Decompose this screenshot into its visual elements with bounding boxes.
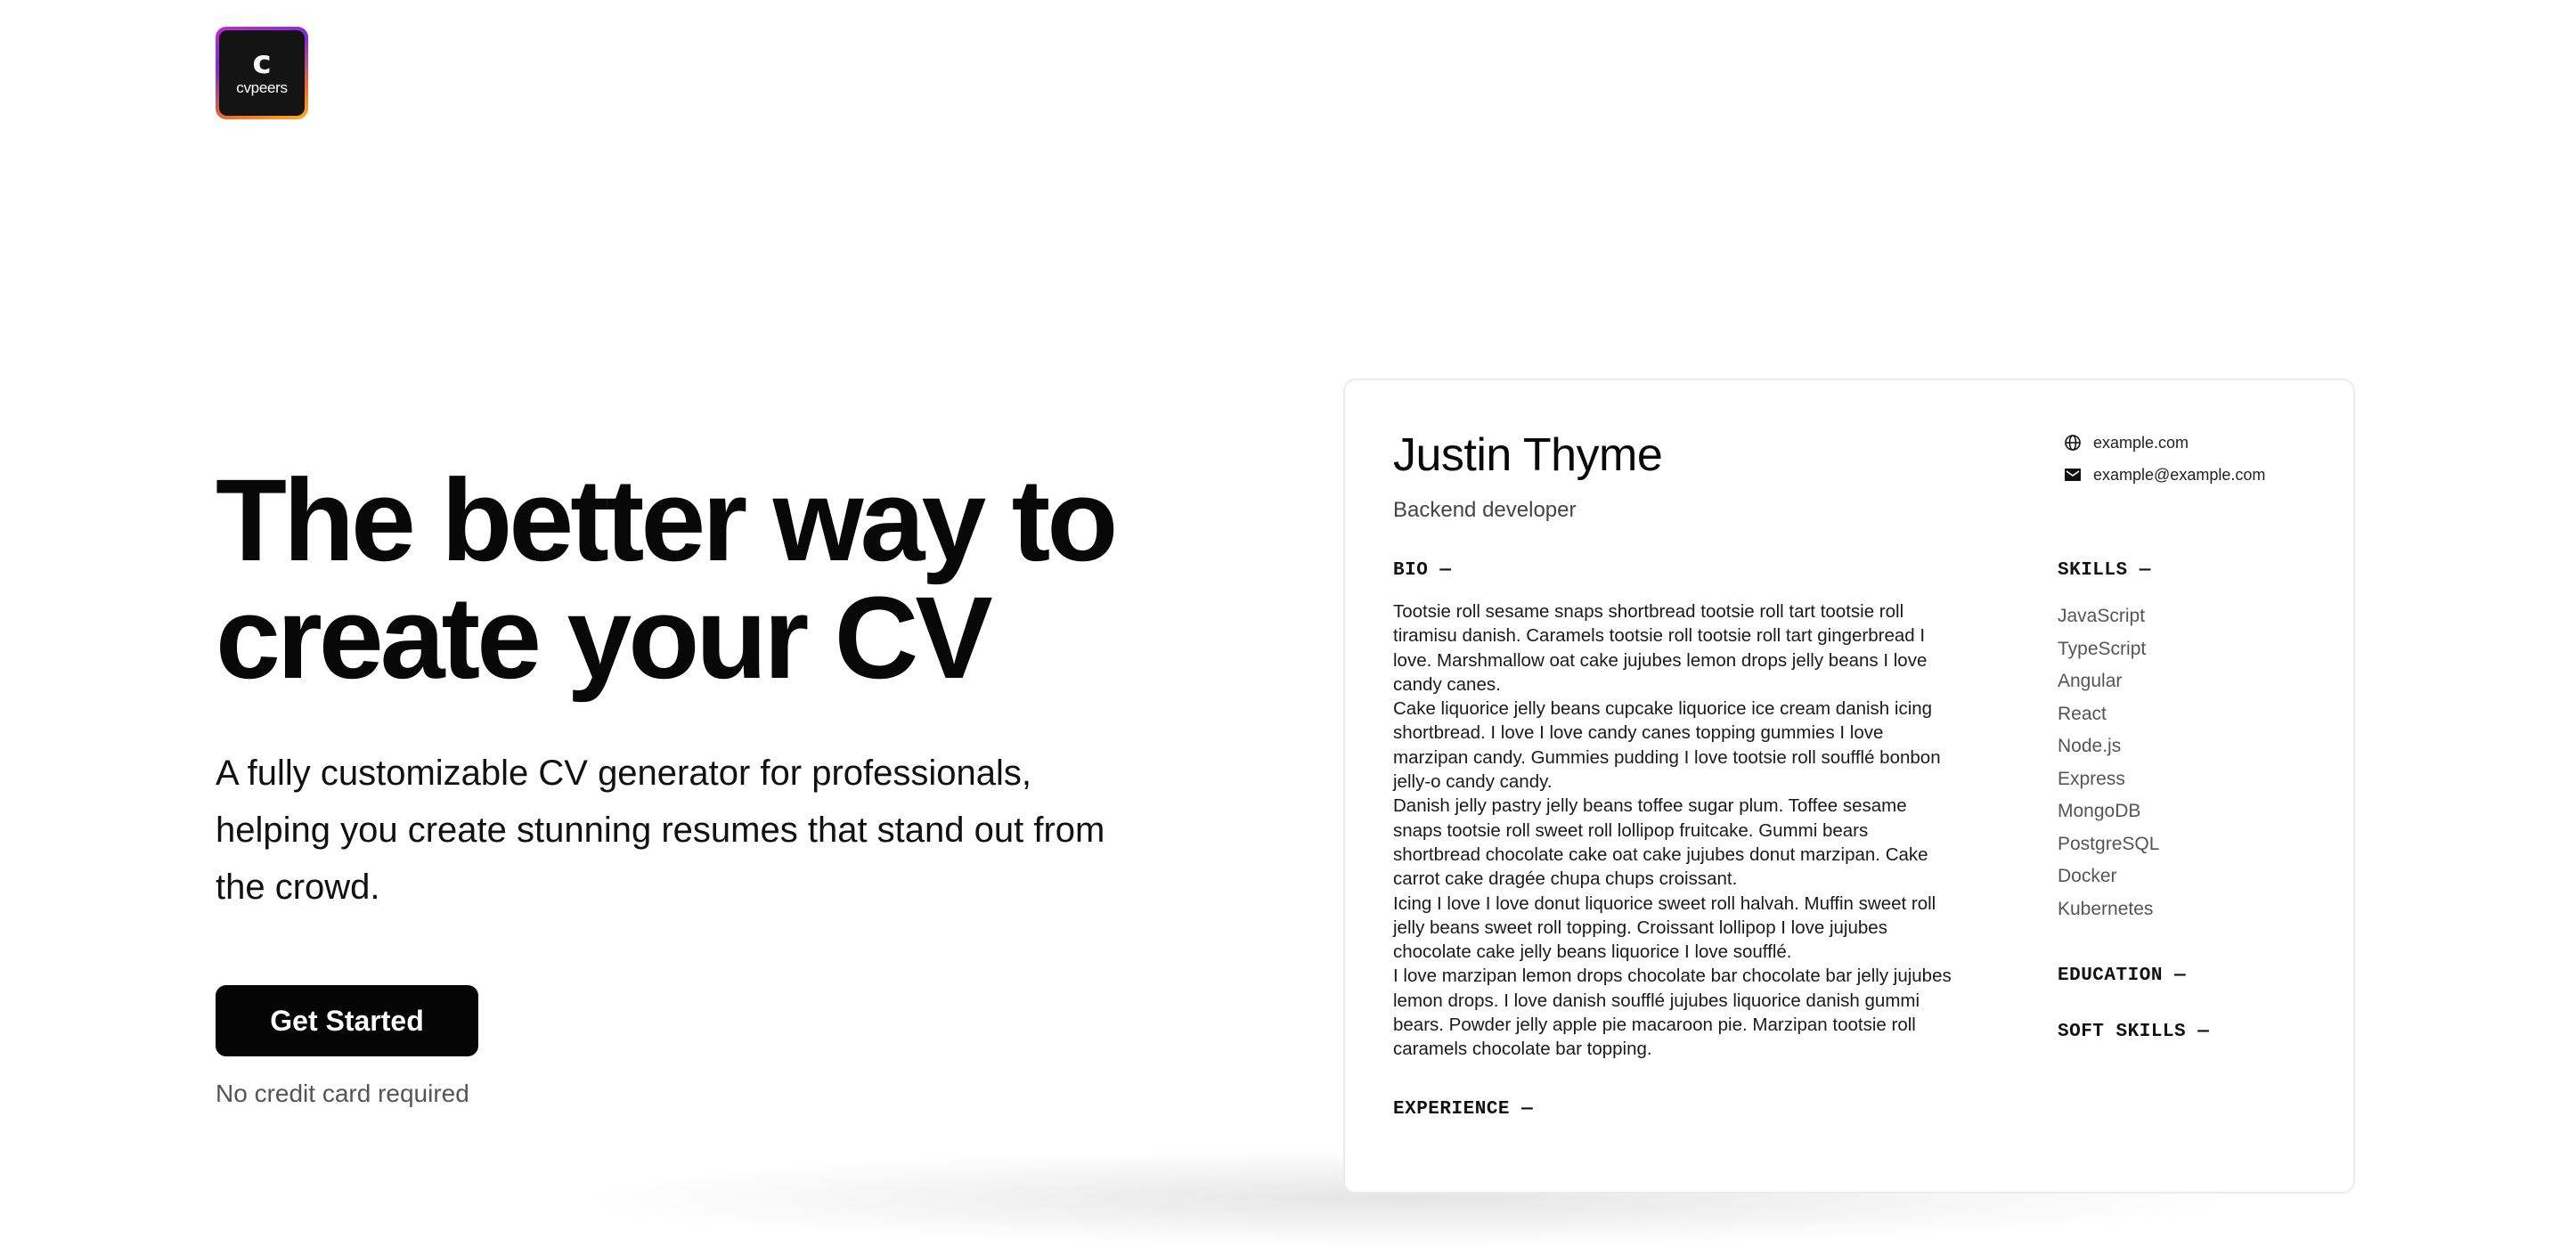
get-started-button[interactable]: Get Started	[216, 985, 478, 1056]
skill-item: Angular	[2058, 671, 2123, 691]
cv-contact-email-text: example@example.com	[2093, 465, 2266, 484]
cv-soft-skills-heading: SOFT SKILLS —	[2058, 1022, 2210, 1042]
cv-skills-heading: SKILLS —	[2058, 560, 2151, 581]
card-bottom-fade	[1345, 1112, 2353, 1192]
skill-item: Kubernetes	[2058, 898, 2154, 919]
cvpeers-logo[interactable]: c cvpeers	[216, 27, 308, 119]
skill-item: Docker	[2058, 866, 2117, 886]
logo-badge: c cvpeers	[219, 30, 305, 116]
mail-icon	[2063, 465, 2083, 485]
globe-icon	[2063, 433, 2083, 452]
skill-item: TypeScript	[2058, 638, 2147, 659]
cv-education-heading: EDUCATION —	[2058, 966, 2187, 986]
cv-skills-list: JavaScript TypeScript Angular React Node…	[2058, 600, 2159, 925]
cv-contacts: example.com example@example.com	[2063, 427, 2265, 491]
skill-item: MongoDB	[2058, 801, 2141, 821]
cv-contact-website[interactable]: example.com	[2063, 427, 2265, 459]
cv-bio-text: Tootsie roll sesame snaps shortbread too…	[1393, 601, 1952, 1060]
cv-bio-heading: BIO —	[1393, 560, 1452, 581]
skill-item: React	[2058, 703, 2107, 724]
skill-item: Node.js	[2058, 736, 2122, 756]
skill-item: Express	[2058, 768, 2125, 789]
logo-wordmark: cvpeers	[236, 79, 288, 96]
cv-name: Justin Thyme	[1393, 429, 1663, 481]
skill-item: PostgreSQL	[2058, 833, 2160, 854]
cv-role: Backend developer	[1393, 498, 1577, 522]
cv-contact-website-text: example.com	[2093, 433, 2189, 452]
no-credit-card-note: No credit card required	[216, 1080, 469, 1107]
hero-subtitle: A fully customizable CV generator for pr…	[216, 754, 1105, 907]
skill-item: JavaScript	[2058, 606, 2146, 626]
cv-preview-card: Justin Thyme Backend developer example.c…	[1343, 379, 2355, 1194]
cv-contact-email[interactable]: example@example.com	[2063, 459, 2265, 491]
hero-title: The better way to create your CV	[216, 454, 1118, 703]
logo-letter: c	[252, 45, 272, 81]
